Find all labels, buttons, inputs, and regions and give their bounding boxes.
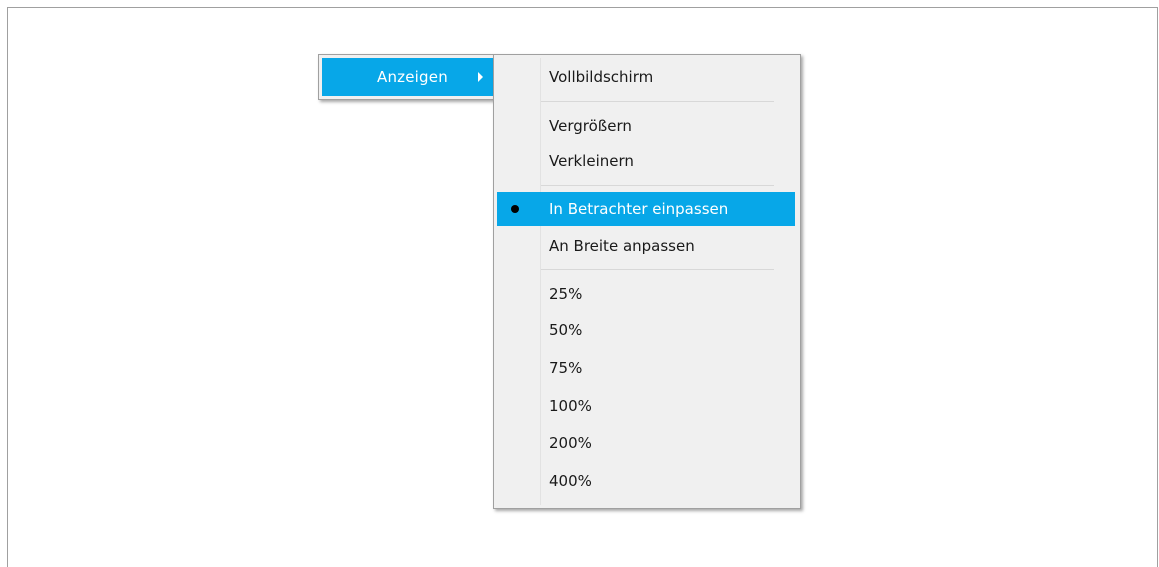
menu-separator <box>541 101 774 102</box>
menu-item-label: In Betrachter einpassen <box>549 200 729 218</box>
menu-item-zoom-in[interactable]: Vergrößern <box>497 109 795 143</box>
menu-item-zoom-100[interactable]: 100% <box>497 389 795 423</box>
menu-item-label: 50% <box>549 321 583 339</box>
menu-item-label: 200% <box>549 434 592 452</box>
context-menu: Anzeigen <box>318 54 496 100</box>
menu-item-label: 25% <box>549 285 583 303</box>
bullet-icon <box>511 205 519 213</box>
menu-item-zoom-200[interactable]: 200% <box>497 426 795 460</box>
menu-item-fit-width[interactable]: An Breite anpassen <box>497 229 795 263</box>
menu-item-zoom-out[interactable]: Verkleinern <box>497 144 795 178</box>
menu-item-zoom-75[interactable]: 75% <box>497 351 795 385</box>
menu-item-label: Vollbildschirm <box>549 68 654 86</box>
menu-item-label: 400% <box>549 472 592 490</box>
menu-item-zoom-25[interactable]: 25% <box>497 277 795 311</box>
menu-item-fullscreen[interactable]: Vollbildschirm <box>497 60 795 94</box>
menu-item-label: Anzeigen <box>377 68 448 86</box>
menu-item-label: Verkleinern <box>549 152 634 170</box>
menu-item-fit-to-viewer[interactable]: In Betrachter einpassen <box>497 192 795 226</box>
menu-item-zoom-50[interactable]: 50% <box>497 313 795 347</box>
view-submenu: Vollbildschirm Vergrößern Verkleinern In… <box>493 54 801 509</box>
chevron-right-icon <box>478 72 483 82</box>
menu-item-label: An Breite anpassen <box>549 237 695 255</box>
menu-item-label: Vergrößern <box>549 117 632 135</box>
menu-item-label: 75% <box>549 359 583 377</box>
menu-item-label: 100% <box>549 397 592 415</box>
menu-separator <box>541 185 774 186</box>
menu-item-zoom-400[interactable]: 400% <box>497 464 795 498</box>
menu-separator <box>541 269 774 270</box>
menu-item-anzeigen[interactable]: Anzeigen <box>322 58 493 96</box>
